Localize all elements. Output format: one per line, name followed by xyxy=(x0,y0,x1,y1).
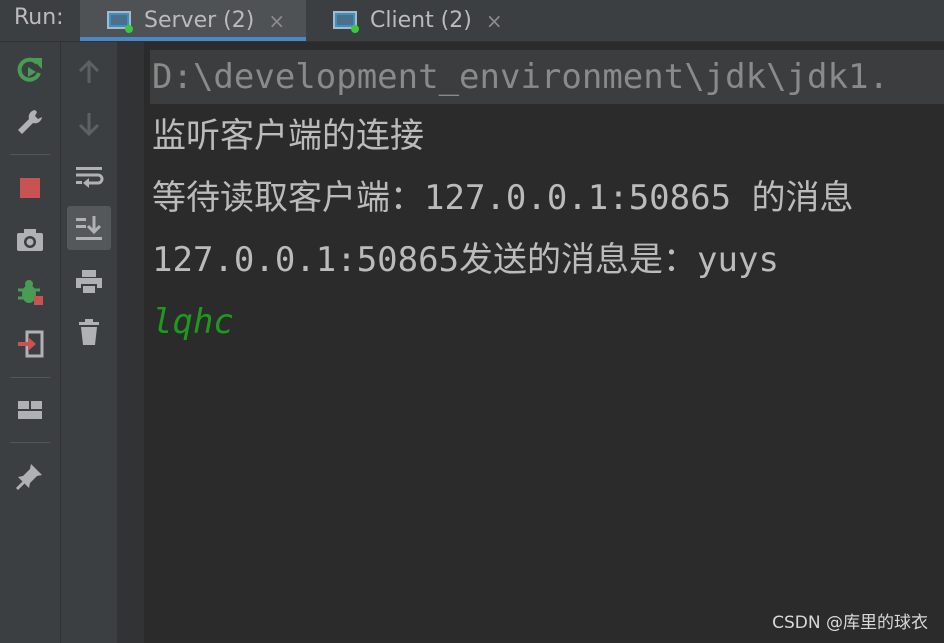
tab-client-label: Client (2) xyxy=(370,8,472,33)
close-icon[interactable]: × xyxy=(268,9,285,33)
user-input-line: lqhc xyxy=(152,302,234,342)
console-line: 127.0.0.1:50865发送的消息是：yuys xyxy=(152,240,779,280)
layout-icon[interactable] xyxy=(10,390,50,430)
soft-wrap-icon[interactable] xyxy=(67,154,111,198)
scroll-to-end-icon[interactable] xyxy=(67,206,111,250)
pin-icon[interactable] xyxy=(10,456,50,496)
trash-icon[interactable] xyxy=(67,310,111,354)
console-line: 等待读取客户端：127.0.0.1:50865 的消息 xyxy=(152,178,854,218)
print-icon[interactable] xyxy=(67,260,111,304)
rerun-icon[interactable] xyxy=(10,50,50,90)
close-icon[interactable]: × xyxy=(486,9,503,33)
console-line: 监听客户端的连接 xyxy=(152,116,424,156)
wrench-icon[interactable] xyxy=(10,102,50,142)
watermark: CSDN @库里的球衣 xyxy=(772,613,928,633)
camera-icon[interactable] xyxy=(10,220,50,260)
arrow-up-icon[interactable] xyxy=(67,50,111,94)
console-actions-toolbar xyxy=(60,42,117,643)
stop-icon[interactable] xyxy=(10,168,50,208)
exit-icon[interactable] xyxy=(10,324,50,364)
command-line: D:\development_environment\jdk\jdk1. xyxy=(150,50,944,104)
arrow-down-icon[interactable] xyxy=(67,102,111,146)
debug-icon[interactable] xyxy=(10,272,50,312)
console-tab-icon xyxy=(106,9,134,33)
tab-client[interactable]: Client (2) × xyxy=(322,0,522,41)
run-label: Run: xyxy=(14,5,64,30)
tab-server-label: Server (2) xyxy=(144,8,255,33)
run-tool-window-header: Run: Server (2) × Client (2) × xyxy=(0,0,944,42)
console-output[interactable]: D:\development_environment\jdk\jdk1. 监听客… xyxy=(144,42,944,643)
run-actions-toolbar xyxy=(0,42,60,643)
console-gutter xyxy=(117,42,144,643)
tab-server[interactable]: Server (2) × xyxy=(80,0,306,41)
console-tab-icon xyxy=(332,9,360,33)
